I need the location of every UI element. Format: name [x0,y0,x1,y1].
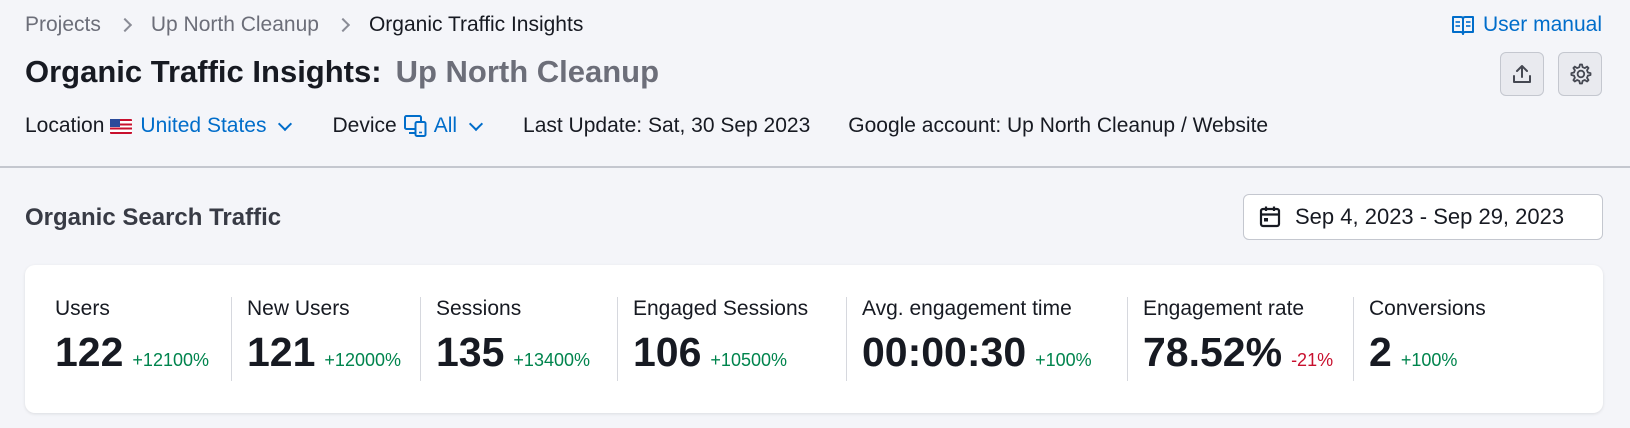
settings-button[interactable] [1558,52,1602,96]
metric-delta: -21% [1291,350,1334,370]
metric-engagement-rate: Engagement rate 78.52% -21% [1127,297,1333,381]
metric-delta: +12100% [132,350,209,370]
device-label: Device [332,114,397,137]
breadcrumb: Projects Up North Cleanup Organic Traffi… [25,12,583,38]
export-icon [1513,65,1531,83]
metric-avg-engagement-time: Avg. engagement time 00:00:30 +100% [846,297,1092,381]
metric-label: Sessions [436,297,522,320]
date-range-value: Sep 4, 2023 - Sep 29, 2023 [1295,204,1565,229]
metric-value: 2 [1369,329,1392,375]
location-dropdown[interactable]: United States [110,114,294,138]
export-button[interactable] [1500,52,1544,96]
metric-sessions: Sessions 135 +13400% [420,297,590,381]
filters-bar: Location United States Device All Last U… [25,110,1268,142]
metric-label: Engagement rate [1143,297,1305,320]
metric-new-users: New Users 121 +12000% [231,297,401,381]
chevron-right-icon [337,18,351,32]
metric-value: 121 [247,329,316,375]
chevron-down-icon [278,116,293,131]
page-title-project: Up North Cleanup [395,54,660,89]
metric-value: 106 [633,329,702,375]
gear-icon [1570,63,1592,85]
user-manual-label: User manual [1482,13,1602,36]
metric-delta: +12000% [324,350,401,370]
user-manual-link[interactable]: User manual [1451,11,1602,39]
page-title: Organic Traffic Insights: Up North Clean… [25,54,659,90]
metric-label: Engaged Sessions [633,297,809,320]
location-value: United States [140,114,267,137]
page-header: Projects Up North Cleanup Organic Traffi… [0,0,1630,168]
metric-value: 00:00:30 [862,329,1027,375]
metrics-card: Users 122 +12100% New Users 121 +12000% … [25,265,1603,413]
metric-delta: +13400% [513,350,590,370]
metric-label: Avg. engagement time [862,297,1072,320]
breadcrumb-projects[interactable]: Projects [25,13,101,37]
metric-value: 135 [436,329,505,375]
metric-label: Conversions [1369,297,1486,320]
metric-delta: +10500% [710,350,787,370]
section-title: Organic Search Traffic [25,204,282,231]
metric-engaged-sessions: Engaged Sessions 106 +10500% [617,297,808,381]
location-label: Location [25,114,105,137]
us-flag-icon [110,118,133,134]
metric-value: 122 [55,329,124,375]
book-icon [1451,16,1474,35]
metric-label: New Users [247,297,350,320]
chevron-right-icon [119,18,133,32]
metric-delta: +100% [1035,350,1092,370]
page-title-text: Organic Traffic Insights: [25,54,382,89]
google-account: Google account: Up North Cleanup / Websi… [848,114,1269,137]
metric-value: 78.52% [1143,329,1283,375]
calendar-icon [1259,206,1281,228]
metric-delta: +100% [1400,350,1458,370]
date-range-picker[interactable]: Sep 4, 2023 - Sep 29, 2023 [1243,194,1603,240]
chevron-down-icon [468,116,484,131]
breadcrumb-current: Organic Traffic Insights [368,13,584,36]
device-icon [403,115,427,137]
breadcrumb-project[interactable]: Up North Cleanup [151,13,319,37]
last-update: Last Update: Sat, 30 Sep 2023 [523,114,811,137]
metric-label: Users [55,297,110,320]
device-value: All [433,114,458,137]
device-dropdown[interactable]: All [403,114,485,138]
metric-conversions: Conversions 2 +100% [1353,297,1486,381]
